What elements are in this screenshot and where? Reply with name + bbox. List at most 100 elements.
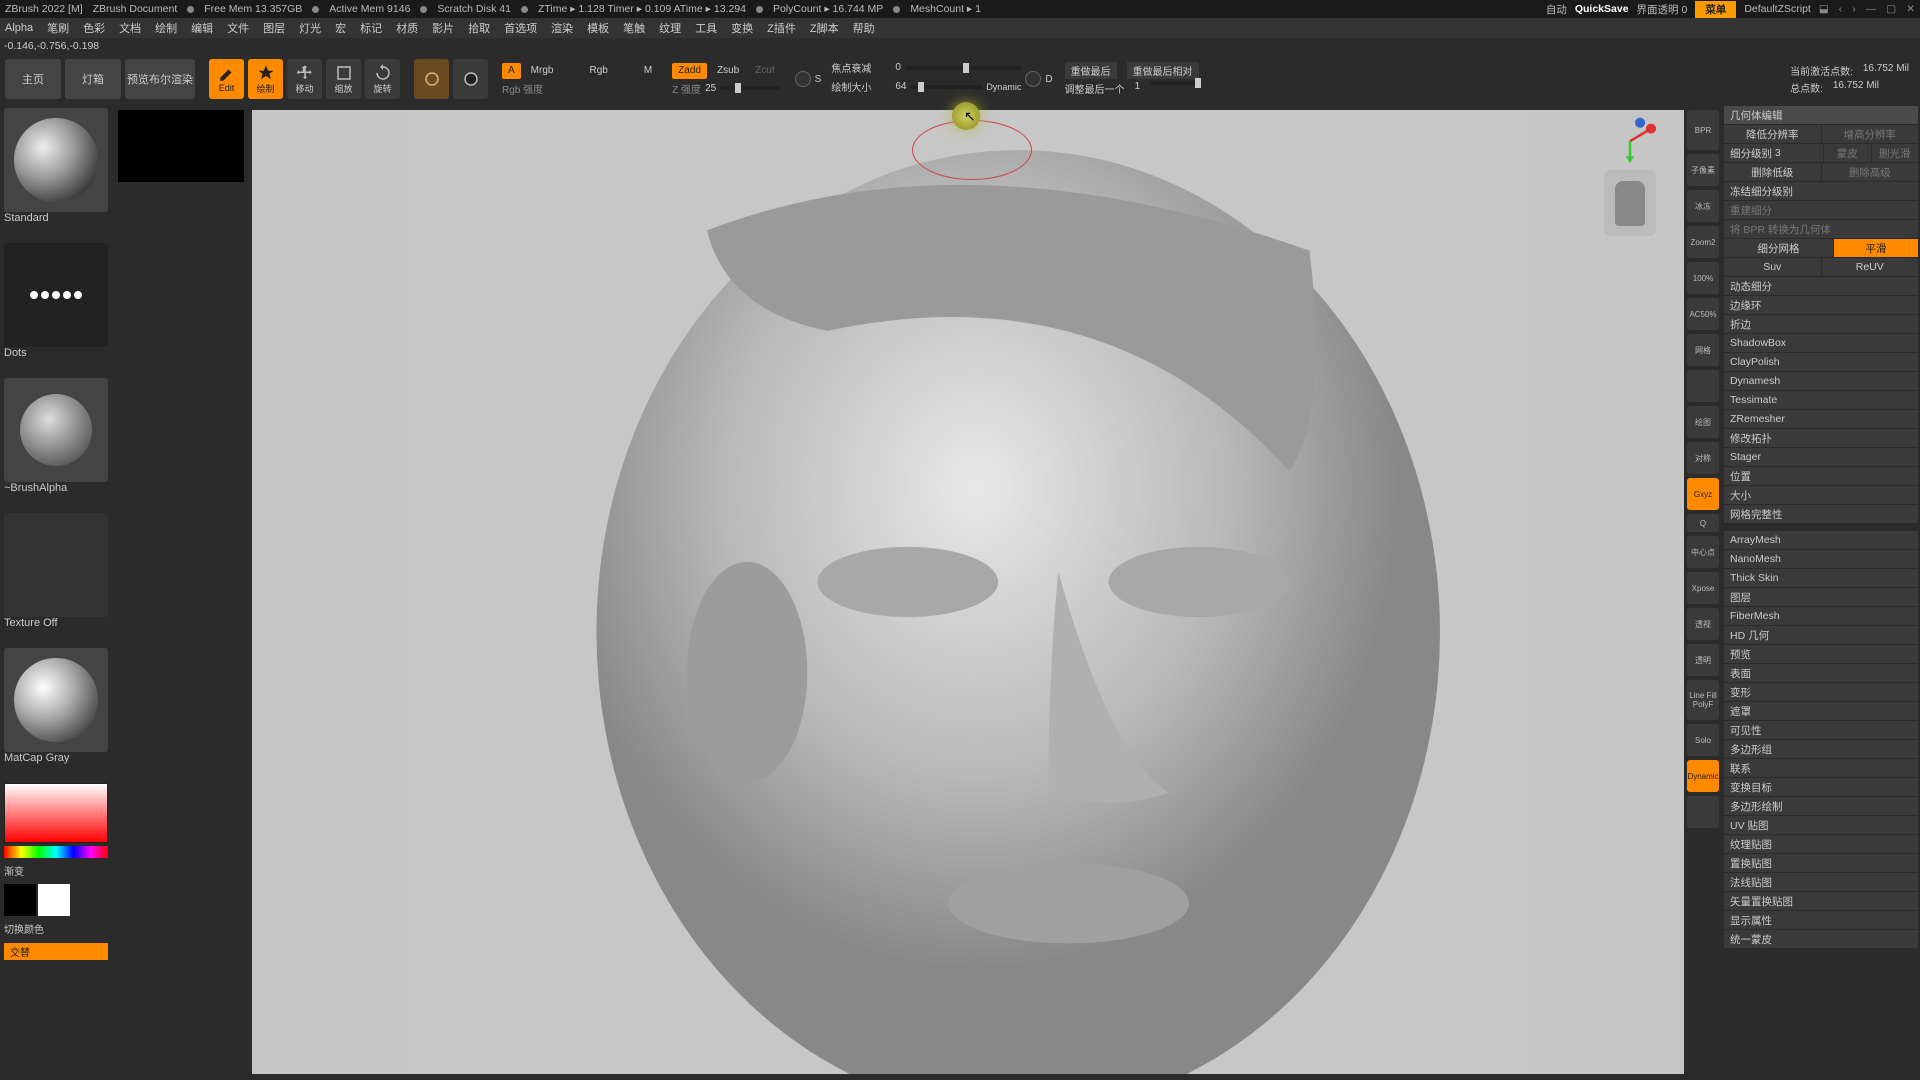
floor-button[interactable] [1687, 370, 1719, 402]
adjust-last-slider[interactable] [1150, 81, 1200, 85]
menu-file[interactable]: 文件 [227, 20, 249, 36]
reuv-toggle[interactable]: ReUV [1822, 258, 1919, 276]
chevron-left-icon[interactable]: ‹ [1839, 3, 1843, 15]
menu-macro[interactable]: 宏 [335, 20, 346, 36]
minimize-icon[interactable]: — [1866, 3, 1877, 15]
bpr-to-geo-button[interactable]: 将 BPR 转换为几何体 [1724, 220, 1918, 238]
q-button[interactable]: Q [1687, 514, 1719, 532]
xpose-button[interactable]: Xpose [1687, 572, 1719, 604]
hue-slider[interactable] [4, 846, 108, 858]
geometry-header[interactable]: 几何体编辑 [1724, 106, 1918, 124]
texture-selector[interactable] [4, 513, 108, 617]
zsub-button[interactable]: Zsub [711, 63, 745, 79]
mesh-integrity-row[interactable]: 网格完整性 [1724, 505, 1918, 523]
material-selector[interactable] [4, 648, 108, 752]
adjust-last-value[interactable]: 1 [1135, 81, 1141, 96]
size-row[interactable]: 大小 [1724, 486, 1918, 504]
texturemap-row[interactable]: 纹理贴图 [1724, 835, 1918, 853]
del-lower-button[interactable]: 删除低级 [1724, 163, 1821, 181]
higher-res-button[interactable]: 增高分辨率 [1822, 125, 1919, 143]
displacement-row[interactable]: 置换贴图 [1724, 854, 1918, 872]
maximize-icon[interactable]: ▢ [1886, 3, 1896, 15]
axis-widget-icon[interactable] [1600, 116, 1660, 166]
menu-document[interactable]: 文档 [119, 20, 141, 36]
switch-color-label[interactable]: 切换颜色 [4, 921, 108, 936]
redo-last-relative-button[interactable]: 重做最后相对 [1127, 62, 1199, 79]
rotate-mode-button[interactable]: 旋转 [365, 59, 400, 99]
menu-layer[interactable]: 图层 [263, 20, 285, 36]
solo-button[interactable]: Solo [1687, 724, 1719, 756]
menu-zplugin[interactable]: Z插件 [767, 20, 796, 36]
subpixel-button[interactable]: 子像素 [1687, 154, 1719, 186]
persp-button[interactable]: 绘图 [1687, 406, 1719, 438]
smooth-toggle[interactable]: 平滑 [1834, 239, 1918, 257]
extra-button[interactable] [1687, 796, 1719, 828]
symmetry-xyz-button[interactable]: Gxyz [1687, 478, 1719, 510]
center-button[interactable]: 中心点 [1687, 536, 1719, 568]
tessimate-row[interactable]: Tessimate [1724, 391, 1918, 409]
menu-stencil[interactable]: 模板 [587, 20, 609, 36]
menu-brush[interactable]: 笔刷 [47, 20, 69, 36]
menu-picker[interactable]: 拾取 [468, 20, 490, 36]
thickskin-row[interactable]: Thick Skin [1724, 569, 1918, 587]
primary-color-swatch[interactable] [38, 884, 70, 916]
m-button[interactable]: M [638, 63, 658, 79]
local-button[interactable]: 对称 [1687, 442, 1719, 474]
z-intensity-value[interactable]: 25 [705, 83, 716, 94]
rgb-button[interactable]: Rgb [583, 63, 613, 79]
secondary-color-swatch[interactable] [4, 884, 36, 916]
suv-toggle[interactable]: Suv [1724, 258, 1821, 276]
menu-texture[interactable]: 纹理 [659, 20, 681, 36]
fibermesh-row[interactable]: FiberMesh [1724, 607, 1918, 625]
menu-render[interactable]: 渲染 [551, 20, 573, 36]
dynamic-label[interactable]: Dynamic [986, 82, 1021, 92]
auto-label[interactable]: 自动 [1546, 2, 1567, 17]
polygroups-row[interactable]: 多边形组 [1724, 740, 1918, 758]
brush-selector[interactable] [4, 108, 108, 212]
lightbox-button[interactable]: 灯箱 [65, 59, 121, 99]
masking-row[interactable]: 遮罩 [1724, 702, 1918, 720]
bpr-button[interactable]: BPR [1687, 110, 1719, 150]
menu-edit[interactable]: 编辑 [191, 20, 213, 36]
dynamesh-row[interactable]: Dynamesh [1724, 372, 1918, 390]
menu-stroke[interactable]: 笔触 [623, 20, 645, 36]
arraymesh-row[interactable]: ArrayMesh [1724, 531, 1918, 549]
crease-row[interactable]: 折边 [1724, 315, 1918, 333]
modify-topology-row[interactable]: 修改拓扑 [1724, 429, 1918, 447]
contact-row[interactable]: 联系 [1724, 759, 1918, 777]
stager-row[interactable]: Stager [1724, 448, 1918, 466]
menu-toggle-button[interactable]: 菜单 [1695, 1, 1736, 18]
menu-light[interactable]: 灯光 [299, 20, 321, 36]
menu-color[interactable]: 色彩 [83, 20, 105, 36]
vector-disp-row[interactable]: 矢量置换贴图 [1724, 892, 1918, 910]
actual-size-button[interactable]: 100% [1687, 262, 1719, 294]
viewport[interactable]: ↖ [252, 110, 1684, 1074]
d-toggle-icon[interactable] [1025, 71, 1041, 87]
surface-row[interactable]: 表面 [1724, 664, 1918, 682]
transparent-button[interactable]: 透明 [1687, 644, 1719, 676]
focal-shift-value[interactable]: 0 [895, 62, 901, 73]
dynamic-subdiv-row[interactable]: 动态细分 [1724, 277, 1918, 295]
morph-target-row[interactable]: 变换目标 [1724, 778, 1918, 796]
live-boolean-button[interactable]: 预览布尔渲染 [125, 59, 195, 99]
nanomesh-row[interactable]: NanoMesh [1724, 550, 1918, 568]
gizmo-button[interactable] [414, 59, 449, 99]
sdiv-label[interactable]: 细分级别 3 [1724, 144, 1823, 162]
alpha-selector[interactable] [4, 378, 108, 482]
reconstruct-button[interactable]: 重建细分 [1724, 201, 1918, 219]
display-props-row[interactable]: 显示属性 [1724, 911, 1918, 929]
default-zscript[interactable]: DefaultZScript [1744, 3, 1811, 15]
a-mode-button[interactable]: A [502, 63, 521, 79]
normalmap-row[interactable]: 法线贴图 [1724, 873, 1918, 891]
del-smooth-button[interactable]: 删光滑 [1872, 144, 1919, 162]
polyframe-button[interactable]: Line Fill PolyF [1687, 680, 1719, 720]
quicksave-button[interactable]: QuickSave [1575, 3, 1629, 15]
half-size-button[interactable]: AC50% [1687, 298, 1719, 330]
lower-res-button[interactable]: 降低分辨率 [1724, 125, 1821, 143]
grid-button[interactable]: 网格 [1687, 334, 1719, 366]
focal-shift-slider[interactable] [905, 66, 1021, 70]
stroke-selector[interactable] [4, 243, 108, 347]
del-higher-button[interactable]: 删除高级 [1822, 163, 1919, 181]
shadowbox-row[interactable]: ShadowBox [1724, 334, 1918, 352]
divide-button[interactable]: 细分网格 [1724, 239, 1833, 257]
